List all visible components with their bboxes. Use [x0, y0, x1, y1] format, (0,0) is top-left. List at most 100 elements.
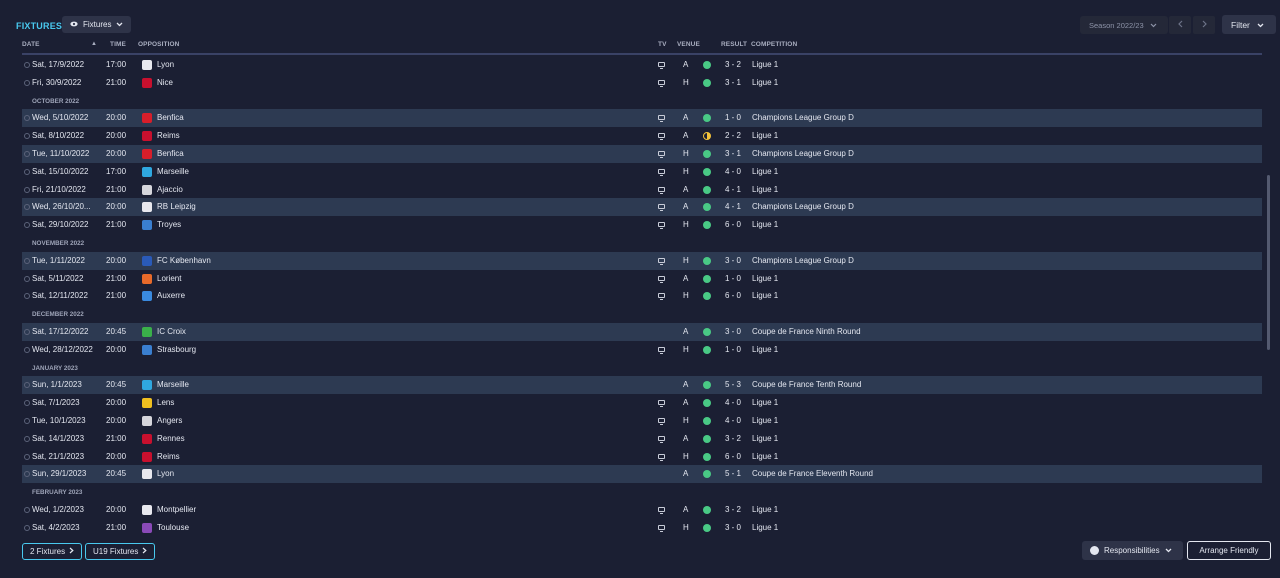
match-score[interactable]: 3 - 2	[725, 501, 741, 519]
fixture-row[interactable]: Sat, 5/11/2022 21:00 Lorient A 1 - 0 Ligue 1	[22, 270, 1262, 288]
competition-name[interactable]: Coupe de France Tenth Round	[752, 376, 861, 394]
fixture-row[interactable]: Sat, 14/1/2023 21:00 Rennes A 3 - 2 Ligue 1	[22, 430, 1262, 448]
match-score[interactable]: 6 - 0	[725, 287, 741, 305]
competition-name[interactable]: Ligue 1	[752, 56, 778, 74]
opposition-name[interactable]: Benfica	[157, 145, 184, 163]
fixture-row[interactable]: Sat, 12/11/2022 21:00 Auxerre H 6 - 0 Ligue 1	[22, 287, 1262, 305]
competition-name[interactable]: Coupe de France Eleventh Round	[752, 465, 873, 483]
match-score[interactable]: 1 - 0	[725, 270, 741, 288]
fixture-row[interactable]: Sun, 1/1/2023 20:45 Marseille A 5 - 3 Coupe d…	[22, 376, 1262, 395]
match-score[interactable]: 4 - 0	[725, 163, 741, 181]
competition-name[interactable]: Ligue 1	[752, 519, 778, 537]
opposition-name[interactable]: Reims	[157, 448, 180, 466]
match-score[interactable]: 4 - 0	[725, 394, 741, 412]
match-score[interactable]: 3 - 1	[725, 74, 741, 92]
competition-name[interactable]: Ligue 1	[752, 74, 778, 92]
opposition-name[interactable]: IC Croix	[157, 323, 186, 341]
competition-name[interactable]: Ligue 1	[752, 127, 778, 145]
fixture-row[interactable]: Wed, 1/2/2023 20:00 Montpellier A 3 - 2 Ligue…	[22, 501, 1262, 519]
fixture-row[interactable]: Tue, 1/11/2022 20:00 FC København H 3 - 0 Cha…	[22, 251, 1262, 270]
match-score[interactable]: 3 - 1	[725, 145, 741, 163]
match-score[interactable]: 3 - 2	[725, 56, 741, 74]
fixture-row[interactable]: Fri, 21/10/2022 21:00 Ajaccio A 4 - 1 Ligue 1	[22, 181, 1262, 199]
match-score[interactable]: 5 - 1	[725, 465, 741, 483]
fixture-row[interactable]: Tue, 10/1/2023 20:00 Angers H 4 - 0 Ligue 1	[22, 412, 1262, 430]
opposition-name[interactable]: FC København	[157, 252, 211, 270]
fixture-row[interactable]: Wed, 26/10/20... 20:00 RB Leipzig A 4 - 1 Cha…	[22, 198, 1262, 217]
competition-name[interactable]: Ligue 1	[752, 270, 778, 288]
fixture-row[interactable]: Sat, 4/2/2023 21:00 Toulouse H 3 - 0 Ligue 1	[22, 519, 1262, 537]
opposition-name[interactable]: Marseille	[157, 376, 189, 394]
competition-name[interactable]: Ligue 1	[752, 501, 778, 519]
competition-name[interactable]: Champions League Group D	[752, 109, 854, 127]
next-season-button[interactable]	[1193, 16, 1215, 34]
fixture-row[interactable]: Sat, 29/10/2022 21:00 Troyes H 6 - 0 Ligue 1	[22, 216, 1262, 234]
opposition-name[interactable]: Marseille	[157, 163, 189, 181]
fixture-row[interactable]: Sat, 21/1/2023 20:00 Reims H 6 - 0 Ligue 1	[22, 448, 1262, 466]
match-score[interactable]: 3 - 2	[725, 430, 741, 448]
match-score[interactable]: 3 - 0	[725, 519, 741, 537]
arrange-friendly-button[interactable]: Arrange Friendly	[1187, 541, 1271, 560]
competition-name[interactable]: Champions League Group D	[752, 145, 854, 163]
competition-name[interactable]: Ligue 1	[752, 412, 778, 430]
season-selector[interactable]: Season 2022/23	[1080, 16, 1168, 34]
opposition-name[interactable]: Lyon	[157, 465, 174, 483]
match-score[interactable]: 6 - 0	[725, 216, 741, 234]
fixture-row[interactable]: Sat, 17/12/2022 20:45 IC Croix A 3 - 0 Coupe …	[22, 322, 1262, 341]
match-score[interactable]: 4 - 1	[725, 198, 741, 216]
match-score[interactable]: 1 - 0	[725, 341, 741, 359]
responsibilities-button[interactable]: Responsibilities	[1082, 541, 1183, 560]
opposition-name[interactable]: Nice	[157, 74, 173, 92]
column-header-time[interactable]: TIME	[110, 41, 126, 48]
match-score[interactable]: 3 - 0	[725, 323, 741, 341]
fixture-row[interactable]: Sun, 29/1/2023 20:45 Lyon A 5 - 1 Coupe de Fr…	[22, 465, 1262, 484]
competition-name[interactable]: Champions League Group D	[752, 252, 854, 270]
match-score[interactable]: 4 - 0	[725, 412, 741, 430]
match-score[interactable]: 2 - 2	[725, 127, 741, 145]
competition-name[interactable]: Ligue 1	[752, 394, 778, 412]
competition-name[interactable]: Ligue 1	[752, 181, 778, 199]
view-selector-button[interactable]: Fixtures	[62, 16, 132, 33]
competition-name[interactable]: Ligue 1	[752, 430, 778, 448]
filter-button[interactable]: Filter	[1222, 15, 1276, 34]
fixture-row[interactable]: Fri, 30/9/2022 21:00 Nice H 3 - 1 Ligue 1	[22, 74, 1262, 92]
column-header-date[interactable]: DATE	[22, 41, 40, 48]
opposition-name[interactable]: Lorient	[157, 270, 181, 288]
fixture-row[interactable]: Wed, 5/10/2022 20:00 Benfica A 1 - 0 Champion…	[22, 109, 1262, 128]
previous-season-button[interactable]	[1169, 16, 1191, 34]
opposition-name[interactable]: Auxerre	[157, 287, 185, 305]
competition-name[interactable]: Ligue 1	[752, 216, 778, 234]
match-score[interactable]: 5 - 3	[725, 376, 741, 394]
opposition-name[interactable]: Montpellier	[157, 501, 196, 519]
match-score[interactable]: 1 - 0	[725, 109, 741, 127]
opposition-name[interactable]: Lyon	[157, 56, 174, 74]
opposition-name[interactable]: Lens	[157, 394, 174, 412]
competition-name[interactable]: Ligue 1	[752, 163, 778, 181]
scrollbar[interactable]	[1267, 175, 1270, 350]
column-header-venue[interactable]: VENUE	[677, 41, 700, 48]
column-header-opposition[interactable]: OPPOSITION	[138, 41, 179, 48]
opposition-name[interactable]: Reims	[157, 127, 180, 145]
competition-name[interactable]: Champions League Group D	[752, 198, 854, 216]
fixture-row[interactable]: Wed, 28/12/2022 20:00 Strasbourg H 1 - 0 Ligu…	[22, 341, 1262, 359]
column-header-result[interactable]: RESULT	[721, 41, 747, 48]
column-header-competition[interactable]: COMPETITION	[751, 41, 797, 48]
opposition-name[interactable]: Rennes	[157, 430, 185, 448]
fixtures-count-button[interactable]: 2 Fixtures	[22, 543, 83, 560]
competition-name[interactable]: Coupe de France Ninth Round	[752, 323, 861, 341]
match-score[interactable]: 4 - 1	[725, 181, 741, 199]
opposition-name[interactable]: RB Leipzig	[157, 198, 196, 216]
match-score[interactable]: 3 - 0	[725, 252, 741, 270]
fixture-row[interactable]: Sat, 7/1/2023 20:00 Lens A 4 - 0 Ligue 1	[22, 394, 1262, 412]
u19-fixtures-button[interactable]: U19 Fixtures	[85, 543, 156, 560]
opposition-name[interactable]: Benfica	[157, 109, 184, 127]
opposition-name[interactable]: Toulouse	[157, 519, 189, 537]
competition-name[interactable]: Ligue 1	[752, 341, 778, 359]
fixture-row[interactable]: Tue, 11/10/2022 20:00 Benfica H 3 - 1 Champio…	[22, 144, 1262, 163]
competition-name[interactable]: Ligue 1	[752, 287, 778, 305]
opposition-name[interactable]: Angers	[157, 412, 182, 430]
opposition-name[interactable]: Troyes	[157, 216, 181, 234]
match-score[interactable]: 6 - 0	[725, 448, 741, 466]
competition-name[interactable]: Ligue 1	[752, 448, 778, 466]
fixture-row[interactable]: Sat, 17/9/2022 17:00 Lyon A 3 - 2 Ligue 1	[22, 56, 1262, 74]
